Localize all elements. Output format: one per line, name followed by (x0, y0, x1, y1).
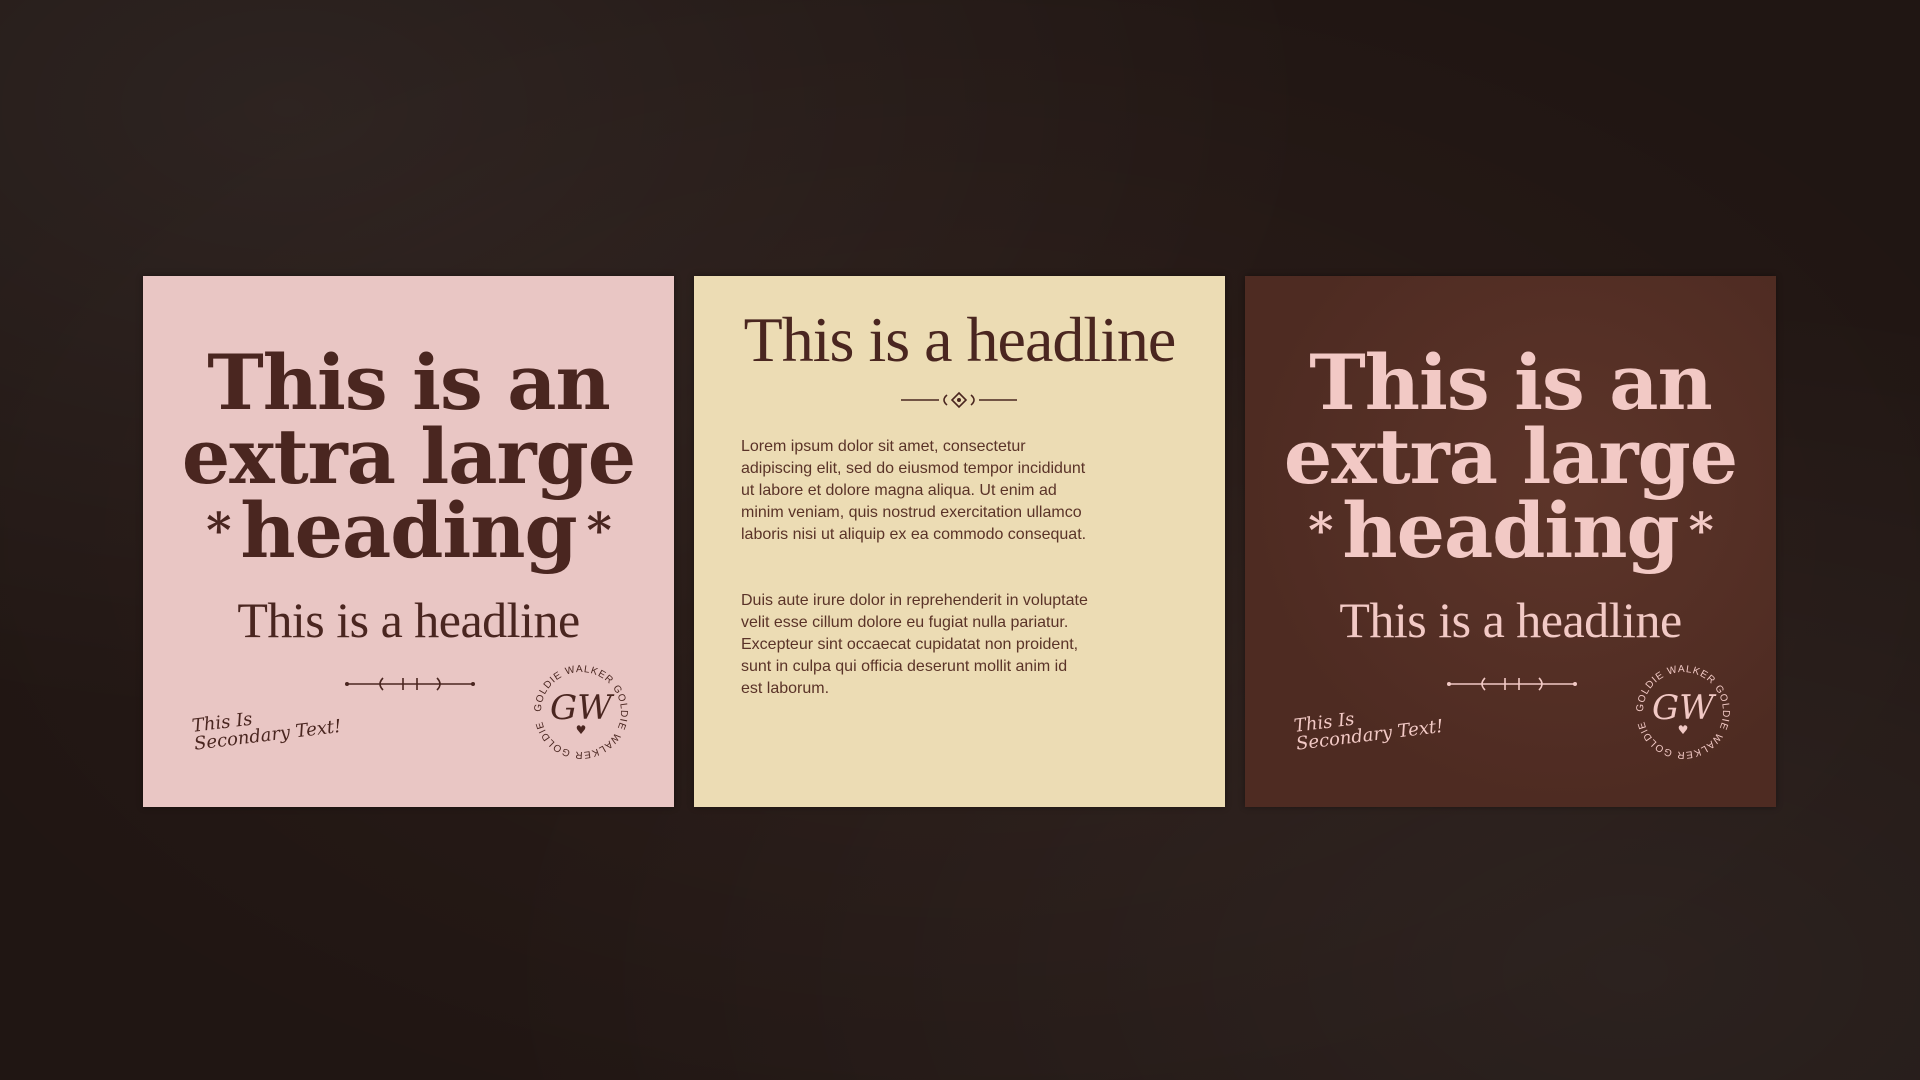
heart-icon: ♥ (575, 723, 587, 737)
headline: This is a headline (743, 304, 1177, 375)
asterisk-ornament-icon: * (586, 503, 612, 559)
heading-line-3-text: heading (1342, 486, 1679, 575)
heading-line-3: * heading * (1245, 493, 1776, 569)
headline: This is a headline (1339, 592, 1682, 648)
extra-large-heading: This is an extra large * heading * (143, 338, 674, 569)
extra-large-heading: This is an extra large * heading * (1245, 338, 1776, 569)
heading-line-2: extra large (1283, 412, 1738, 501)
seal-monogram: GW (1651, 688, 1715, 728)
body-paragraph-1: Lorem ipsum dolor sit amet, consectetur … (741, 438, 1087, 543)
headline: This is a headline (237, 592, 580, 648)
heart-icon: ♥ (1677, 723, 1689, 737)
goldie-walker-seal-logo: GOLDIE WALKER GOLDIE WALKER GOLDIE WALKE… (524, 652, 633, 764)
body-paragraph-2: Duis aute irure dolor in reprehenderit i… (741, 592, 1088, 697)
secondary-text: This Is Secondary Text! (191, 700, 343, 755)
flourish-divider-icon (1447, 677, 1577, 691)
heading-line-3-text: heading (240, 486, 577, 575)
heading-line-1: This is an (1309, 338, 1713, 427)
secondary-text: This Is Secondary Text! (1293, 700, 1445, 755)
cream-card: This is a headline Lorem ipsum dolor sit… (694, 276, 1225, 807)
seal-monogram: GW (549, 688, 613, 728)
pink-card: This is an extra large * heading * This is… (143, 276, 674, 807)
heading-line-1: This is an (207, 338, 611, 427)
heading-line-2: extra large (181, 412, 636, 501)
brand-board: This is an extra large * heading * This is… (0, 0, 1920, 1080)
brown-card: This is an extra large * heading * This is… (1245, 276, 1776, 807)
asterisk-ornament-icon: * (1688, 503, 1714, 559)
flourish-divider-icon (345, 677, 475, 691)
goldie-walker-seal-logo: GOLDIE WALKER GOLDIE WALKER GOLDIE WALKE… (1626, 652, 1735, 764)
asterisk-ornament-icon: * (1308, 503, 1333, 559)
flourish-divider-icon (901, 391, 1017, 409)
heading-line-3: * heading * (143, 493, 674, 569)
asterisk-ornament-icon: * (206, 503, 231, 559)
